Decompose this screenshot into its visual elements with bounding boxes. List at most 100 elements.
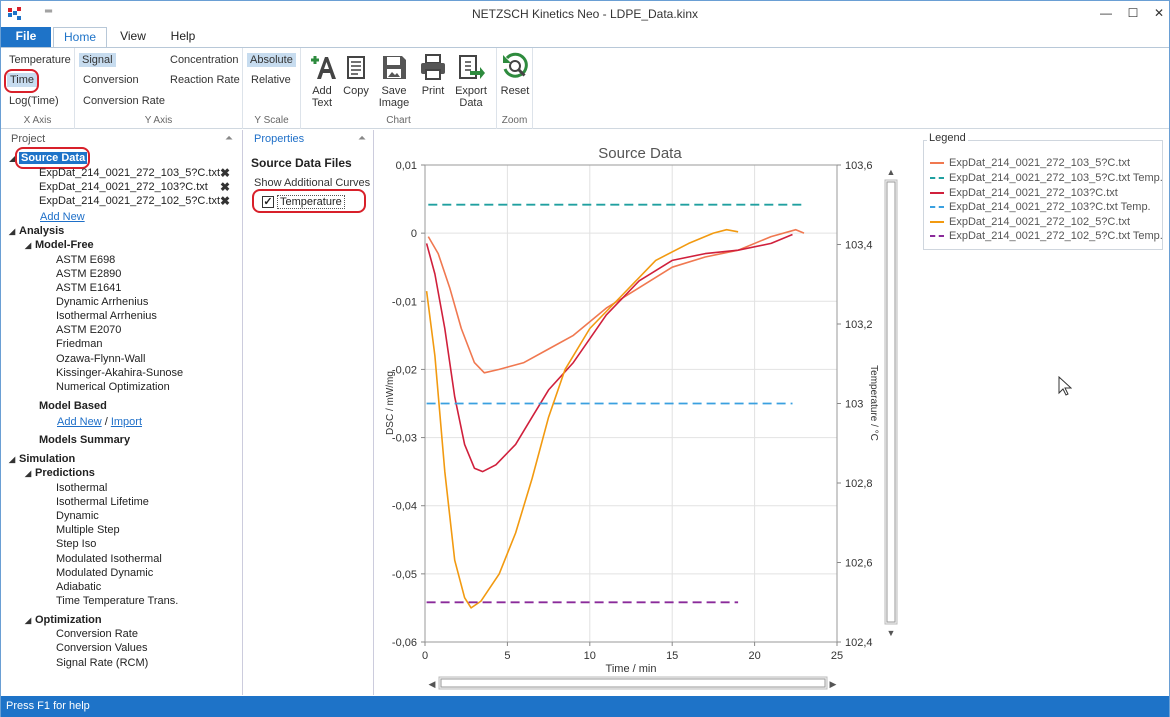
chart-group-label: Chart [386, 115, 411, 126]
yscale-group-label: Y Scale [254, 115, 289, 126]
yaxis-conversion-rate[interactable]: Conversion Rate [80, 94, 168, 108]
tree-analysis[interactable]: ◢ Analysis [9, 224, 64, 238]
minimize-icon[interactable]: — [1098, 5, 1114, 21]
model-based-import-link[interactable]: Import [111, 416, 142, 428]
pin-icon[interactable]: ⏶ [225, 133, 233, 144]
y2-tick-label: 102,8 [845, 478, 873, 490]
y2-tick-label: 103,6 [845, 160, 873, 172]
yscale-relative[interactable]: Relative [248, 73, 294, 87]
remove-file-2-icon[interactable]: ✖ [220, 180, 230, 194]
remove-file-1-icon[interactable]: ✖ [220, 166, 230, 180]
y2-tick-label: 102,4 [845, 637, 873, 649]
scroll-left-icon[interactable]: ◀ [429, 679, 436, 689]
save-image-button[interactable]: Save Image [374, 52, 414, 109]
pin-icon[interactable]: ⏶ [358, 133, 366, 144]
copy-label: Copy [343, 85, 369, 97]
y2-tick-label: 103,2 [845, 319, 873, 331]
scrollbar-thumb[interactable] [886, 181, 896, 623]
h-scrollbar-thumb[interactable] [440, 678, 826, 688]
yaxis-concentration[interactable]: Concentration [167, 53, 242, 67]
app-window: ═ NETZSCH Kinetics Neo - LDPE_Data.kinx … [0, 0, 1170, 717]
collapse-icon[interactable]: ◢ [25, 467, 35, 481]
legend-swatch [930, 221, 944, 224]
add-new-source-link[interactable]: Add New [40, 210, 85, 224]
model-based-links: Add New / Import [57, 415, 142, 429]
vertical-scrollbar[interactable]: ▲ ▼ [884, 167, 898, 638]
tree-file-3[interactable]: ExpDat_214_0021_272_102_5?C.txt [39, 194, 220, 208]
y2-axis-ticks: 103,6 103,4 103,2 103 102,8 102,6 102,4 [837, 160, 873, 649]
tree-model-free[interactable]: ◢ Model-Free [25, 238, 94, 252]
yscale-absolute[interactable]: Absolute [247, 53, 296, 67]
model-based-add-link[interactable]: Add New [57, 416, 102, 428]
tree-optimization[interactable]: ◢ Optimization [25, 613, 102, 627]
tree-item[interactable]: Modulated Dynamic [56, 566, 153, 580]
legend-pane: ExpDat_214_0021_272_103_5?C.txt ExpDat_2… [921, 132, 1165, 252]
remove-file-3-icon[interactable]: ✖ [220, 194, 230, 208]
close-icon[interactable]: ✕ [1151, 5, 1167, 21]
legend-entry-label: ExpDat_214_0021_272_103_5?C.txt [949, 157, 1131, 169]
tab-home[interactable]: Home [53, 27, 107, 47]
xaxis-logtime[interactable]: Log(Time) [6, 94, 62, 108]
yaxis-signal[interactable]: Signal [79, 53, 116, 67]
save-image-icon [383, 56, 406, 79]
tree-item[interactable]: ASTM E2070 [56, 323, 121, 337]
tree-item[interactable]: Isothermal [56, 481, 107, 495]
xaxis-group: Temperature Time Log(Time) X Axis [1, 48, 75, 129]
legend-entry: ExpDat_214_0021_272_103_5?C.txt [930, 157, 1130, 171]
chart-area[interactable]: Source Data 0 5 10 15 20 25 0,01 0 -0,01 -0,02 -0… [375, 130, 915, 695]
tree-item[interactable]: Isothermal Lifetime [56, 495, 149, 509]
scroll-up-icon[interactable]: ▲ [887, 167, 896, 177]
tree-item[interactable]: ASTM E698 [56, 253, 115, 267]
collapse-icon[interactable]: ◢ [25, 239, 35, 253]
scroll-right-icon[interactable]: ▶ [830, 679, 837, 689]
tree-item[interactable]: Dynamic Arrhenius [56, 295, 148, 309]
tree-file-1[interactable]: ExpDat_214_0021_272_103_5?C.txt [39, 166, 220, 180]
project-header: Project [11, 133, 46, 145]
collapse-icon[interactable]: ◢ [25, 614, 35, 628]
legend-entry-label: ExpDat_214_0021_272_103?C.txt [949, 187, 1118, 199]
tree-item[interactable]: Modulated Isothermal [56, 552, 162, 566]
tree-item[interactable]: Multiple Step [56, 523, 120, 537]
maximize-icon[interactable]: ☐ [1125, 5, 1141, 21]
tree-item[interactable]: Dynamic [56, 509, 99, 523]
tree-item[interactable]: Kissinger-Akahira-Sunose [56, 366, 183, 380]
tree-item[interactable]: ASTM E2890 [56, 267, 121, 281]
tree-item[interactable]: Adiabatic [56, 580, 101, 594]
xaxis-temperature[interactable]: Temperature [6, 53, 74, 67]
tree-predictions[interactable]: ◢ Predictions [25, 466, 95, 480]
tree-item[interactable]: Conversion Rate [56, 627, 138, 641]
tree-models-summary[interactable]: Models Summary [39, 433, 130, 447]
tree-item[interactable]: ASTM E1641 [56, 281, 121, 295]
horizontal-scrollbar[interactable]: ◀ ▶ [429, 676, 837, 690]
print-button[interactable]: Print [416, 52, 450, 97]
yaxis-reaction-rate[interactable]: Reaction Rate [167, 73, 243, 87]
tab-file[interactable]: File [1, 27, 51, 47]
tree-item[interactable]: Numerical Optimization [56, 380, 170, 394]
tree-item[interactable]: Ozawa-Flynn-Wall [56, 352, 145, 366]
series-line-3 [425, 233, 793, 473]
scroll-down-icon[interactable]: ▼ [887, 628, 896, 638]
yaxis-conversion[interactable]: Conversion [80, 73, 142, 87]
ribbon-tabs: File Home View Help [1, 27, 1169, 47]
tree-item[interactable]: Signal Rate (RCM) [56, 656, 148, 670]
zoom-group-label: Zoom [501, 115, 528, 126]
tree-item[interactable]: Isothermal Arrhenius [56, 309, 157, 323]
tab-help[interactable]: Help [161, 27, 205, 47]
add-text-button[interactable]: Add Text [304, 52, 340, 109]
reset-zoom-button[interactable]: Reset [498, 52, 532, 97]
y2-axis-label: Temperature / °C [868, 365, 879, 441]
tab-view[interactable]: View [113, 27, 153, 47]
collapse-icon[interactable]: ◢ [9, 225, 19, 239]
tree-item[interactable]: Friedman [56, 337, 102, 351]
yaxis-group: Signal Conversion Conversion Rate Concen… [75, 48, 243, 129]
export-data-button[interactable]: Export Data [451, 52, 491, 109]
tree-file-2[interactable]: ExpDat_214_0021_272_103?C.txt [39, 180, 208, 194]
collapse-icon[interactable]: ◢ [9, 453, 19, 467]
x-tick-label: 0 [422, 650, 428, 662]
tree-model-based[interactable]: Model Based [39, 399, 107, 413]
tree-simulation[interactable]: ◢ Simulation [9, 452, 75, 466]
tree-item[interactable]: Time Temperature Trans. [56, 594, 178, 608]
tree-item[interactable]: Step Iso [56, 537, 96, 551]
copy-button[interactable]: Copy [339, 52, 373, 97]
tree-item[interactable]: Conversion Values [56, 641, 148, 655]
